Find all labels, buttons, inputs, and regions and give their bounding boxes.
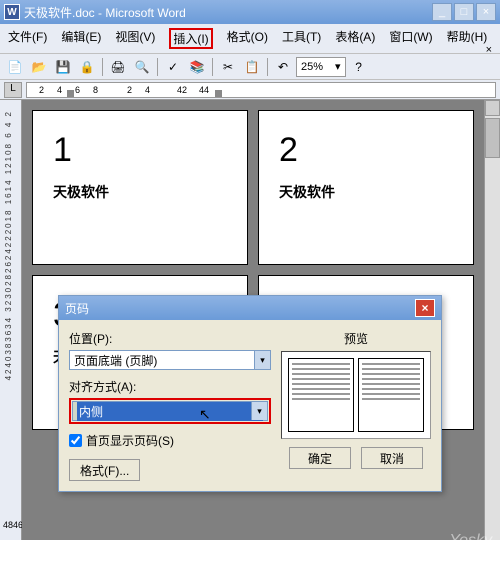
toolbar-separator	[157, 58, 158, 76]
toolbar-separator	[102, 58, 103, 76]
save-icon[interactable]: 💾	[52, 56, 74, 78]
toolbar-separator	[212, 58, 213, 76]
page-2[interactable]: 2 天极软件	[258, 110, 474, 265]
ruler-indent[interactable]	[67, 90, 74, 97]
vertical-ruler[interactable]: 4240383634 3230282624222018 1614 12108 6…	[0, 100, 22, 540]
chevron-down-icon: ▾	[251, 402, 267, 420]
dialog-close-button[interactable]: ×	[415, 299, 435, 317]
show-first-checkbox[interactable]: 首页显示页码(S)	[69, 432, 271, 449]
position-combo[interactable]: 页面底端 (页脚) ▾	[69, 350, 271, 370]
preview-page-right	[358, 358, 424, 432]
scroll-up-button[interactable]	[485, 100, 500, 116]
window-title: 天极软件.doc - Microsoft Word	[24, 4, 432, 21]
menu-tools[interactable]: 工具(T)	[282, 28, 321, 49]
undo-icon[interactable]: ↶	[272, 56, 294, 78]
zoom-value: 25%	[301, 61, 323, 73]
show-first-input[interactable]	[69, 434, 82, 447]
vruler-bottom: 4846	[3, 520, 23, 530]
menu-table[interactable]: 表格(A)	[335, 28, 375, 49]
page-number-dialog: 页码 × 位置(P): 页面底端 (页脚) ▾ 对齐方式(A): 内侧 ▾ ↖ …	[58, 295, 442, 492]
open-icon[interactable]: 📂	[28, 56, 50, 78]
page-number: 2	[279, 131, 453, 170]
vertical-scrollbar[interactable]	[484, 100, 500, 540]
ruler-mark: 42	[177, 85, 187, 95]
menu-window[interactable]: 窗口(W)	[389, 28, 432, 49]
close-button[interactable]: ×	[476, 3, 496, 21]
format-button[interactable]: 格式(F)...	[69, 459, 140, 481]
align-combo[interactable]: 内侧 ▾ ↖	[72, 401, 268, 421]
ruler-mark: 8	[93, 85, 98, 95]
dialog-title: 页码	[65, 300, 415, 317]
horizontal-ruler[interactable]: 2 4 6 8 2 4 42 44	[26, 82, 496, 98]
ruler-mark: 2	[39, 85, 44, 95]
cut-icon[interactable]: ✂	[217, 56, 239, 78]
ruler-indent[interactable]	[215, 90, 222, 97]
menu-close-doc[interactable]: ×	[486, 44, 492, 56]
position-value: 页面底端 (页脚)	[74, 352, 157, 369]
titlebar: W 天极软件.doc - Microsoft Word _ □ ×	[0, 0, 500, 24]
page-number: 1	[53, 131, 227, 170]
preview-icon[interactable]: 🔍	[131, 56, 153, 78]
chevron-down-icon: ▾	[254, 351, 270, 369]
chevron-down-icon: ▾	[335, 60, 341, 73]
ruler-mark: 4	[145, 85, 150, 95]
page-1[interactable]: 1 天极软件	[32, 110, 248, 265]
align-label: 对齐方式(A):	[69, 378, 271, 395]
zoom-combo[interactable]: 25% ▾	[296, 57, 346, 77]
show-first-label: 首页显示页码(S)	[86, 432, 174, 449]
permission-icon[interactable]: 🔒	[76, 56, 98, 78]
scroll-thumb[interactable]	[485, 118, 500, 158]
dialog-titlebar[interactable]: 页码 ×	[59, 296, 441, 320]
menubar: 文件(F) 编辑(E) 视图(V) 插入(I) 格式(O) 工具(T) 表格(A…	[0, 24, 500, 54]
spell-icon[interactable]: ✓	[162, 56, 184, 78]
align-combo-highlight: 内侧 ▾ ↖	[69, 398, 271, 424]
new-doc-icon[interactable]: 📄	[4, 56, 26, 78]
ruler-corner[interactable]: L	[4, 82, 22, 98]
menu-edit[interactable]: 编辑(E)	[61, 28, 101, 49]
watermark-sub: 天极网	[449, 550, 492, 565]
ruler-mark: 44	[199, 85, 209, 95]
ruler-mark: 4	[57, 85, 62, 95]
horizontal-ruler-area: L 2 4 6 8 2 4 42 44	[0, 80, 500, 100]
toolbar: 📄 📂 💾 🔒 🖨 🔍 ✓ 📚 ✂ 📋 ↶ 25% ▾ ?	[0, 54, 500, 80]
minimize-button[interactable]: _	[432, 3, 452, 21]
vruler-marks: 4240383634 3230282624222018 1614 12108 6…	[4, 110, 13, 380]
paste-icon[interactable]: 📋	[241, 56, 263, 78]
ruler-mark: 2	[127, 85, 132, 95]
toolbar-separator	[267, 58, 268, 76]
preview-box	[281, 351, 431, 439]
word-icon: W	[4, 4, 20, 20]
cancel-button[interactable]: 取消	[361, 447, 423, 469]
menu-format[interactable]: 格式(O)	[227, 28, 268, 49]
align-value: 内侧	[77, 402, 263, 421]
menu-view[interactable]: 视图(V)	[115, 28, 155, 49]
menu-insert[interactable]: 插入(I)	[173, 32, 208, 46]
preview-page-left	[288, 358, 354, 432]
help-icon[interactable]: ?	[348, 56, 370, 78]
print-icon[interactable]: 🖨	[107, 56, 129, 78]
preview-label: 预览	[281, 330, 431, 347]
research-icon[interactable]: 📚	[186, 56, 208, 78]
maximize-button[interactable]: □	[454, 3, 474, 21]
page-content: 天极软件	[279, 182, 453, 202]
menu-file[interactable]: 文件(F)	[8, 28, 47, 49]
ok-button[interactable]: 确定	[289, 447, 351, 469]
ruler-mark: 6	[75, 85, 80, 95]
page-content: 天极软件	[53, 182, 227, 202]
position-label: 位置(P):	[69, 330, 271, 347]
menu-help[interactable]: 帮助(H)	[447, 28, 488, 49]
menu-insert-highlight: 插入(I)	[169, 28, 212, 49]
